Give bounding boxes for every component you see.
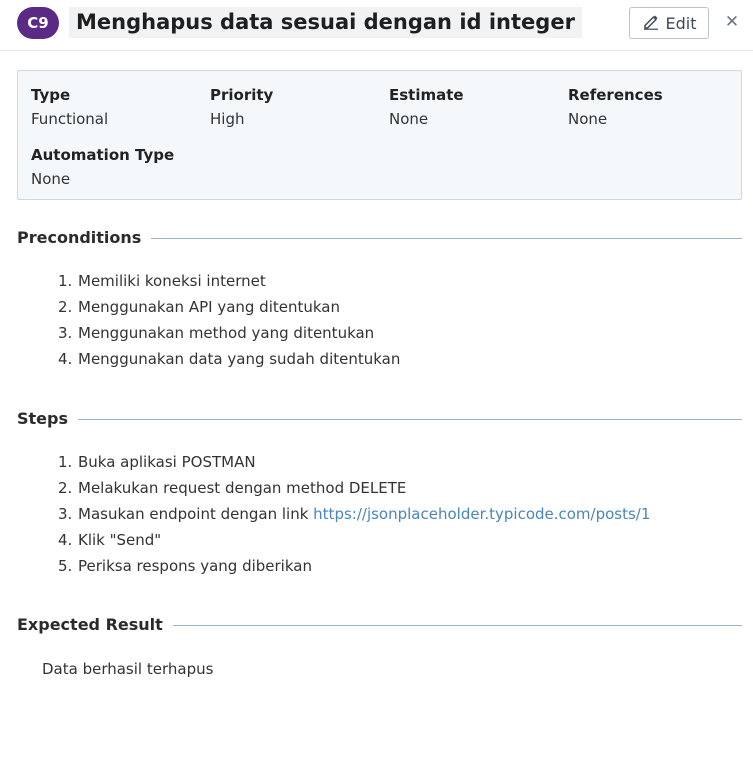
- case-info-panel: Type Functional Priority High Estimate N…: [17, 70, 742, 200]
- info-automation-type: Automation Type None: [31, 145, 174, 189]
- preconditions-heading: Preconditions: [17, 228, 152, 248]
- estimate-value: None: [389, 110, 429, 128]
- list-item: 2. Menggunakan API yang ditentukan: [58, 298, 340, 316]
- steps-list: 1. Buka aplikasi POSTMAN 2. Melakukan requ…: [58, 449, 650, 579]
- edit-button[interactable]: Edit: [629, 7, 709, 39]
- type-value: Functional: [31, 110, 109, 128]
- list-item: 1. Buka aplikasi POSTMAN: [58, 453, 256, 471]
- info-type: Type Functional: [31, 85, 108, 129]
- endpoint-link[interactable]: https://jsonplaceholder.typicode.com/pos…: [313, 505, 650, 523]
- list-item: 4. Menggunakan data yang sudah ditentukan: [58, 350, 401, 368]
- preconditions-divider: [145, 238, 742, 239]
- case-id-badge: C9: [17, 7, 59, 39]
- list-item: 1. Memiliki koneksi internet: [58, 272, 266, 290]
- case-header: C9 Menghapus data sesuai dengan id integ…: [0, 0, 753, 51]
- info-priority: Priority High: [210, 85, 273, 129]
- references-value: None: [568, 110, 608, 128]
- priority-label: Priority: [210, 86, 274, 104]
- list-item: 2. Melakukan request dengan method DELETE: [58, 479, 407, 497]
- list-item: 3. Menggunakan method yang ditentukan: [58, 324, 375, 342]
- case-title: Menghapus data sesuai dengan id integer: [69, 7, 582, 38]
- close-icon[interactable]: ✕: [722, 12, 742, 32]
- info-references: References None: [568, 85, 663, 129]
- automation-type-value: None: [31, 170, 71, 188]
- expected-result-text: Data berhasil terhapus: [42, 660, 214, 678]
- automation-type-label: Automation Type: [31, 146, 175, 164]
- priority-value: High: [210, 110, 245, 128]
- references-label: References: [568, 86, 663, 104]
- expected-result-divider: [164, 625, 742, 626]
- info-estimate: Estimate None: [389, 85, 464, 129]
- list-item: 4. Klik "Send": [58, 531, 162, 549]
- edit-label: Edit: [665, 13, 697, 33]
- type-label: Type: [31, 86, 71, 104]
- list-item: 5. Periksa respons yang diberikan: [58, 557, 312, 575]
- list-item: 3. Masukan endpoint dengan link https://j…: [58, 505, 651, 523]
- pencil-icon: [642, 12, 660, 34]
- steps-heading: Steps: [17, 409, 78, 429]
- expected-result-heading: Expected Result: [17, 615, 173, 635]
- estimate-label: Estimate: [389, 86, 464, 104]
- preconditions-list: 1. Memiliki koneksi internet 2. Menggunaka…: [58, 268, 400, 372]
- steps-divider: [77, 419, 742, 420]
